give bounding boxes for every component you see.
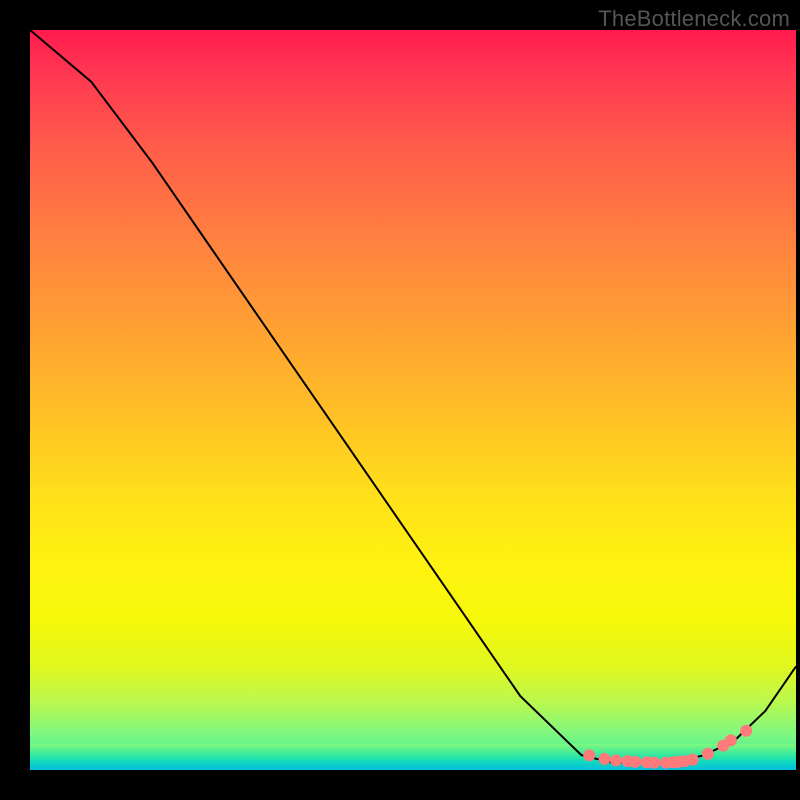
data-marker xyxy=(687,754,698,765)
curve-path xyxy=(30,30,796,763)
data-marker xyxy=(725,735,736,746)
data-marker xyxy=(702,748,713,759)
data-marker xyxy=(611,755,622,766)
data-marker xyxy=(584,750,595,761)
data-marker xyxy=(649,757,660,768)
watermark-text: TheBottleneck.com xyxy=(598,6,790,32)
data-marker xyxy=(630,756,641,767)
data-marker xyxy=(599,753,610,764)
data-marker xyxy=(741,725,752,736)
bottleneck-curve xyxy=(30,30,796,770)
chart-plot-area xyxy=(30,30,796,770)
